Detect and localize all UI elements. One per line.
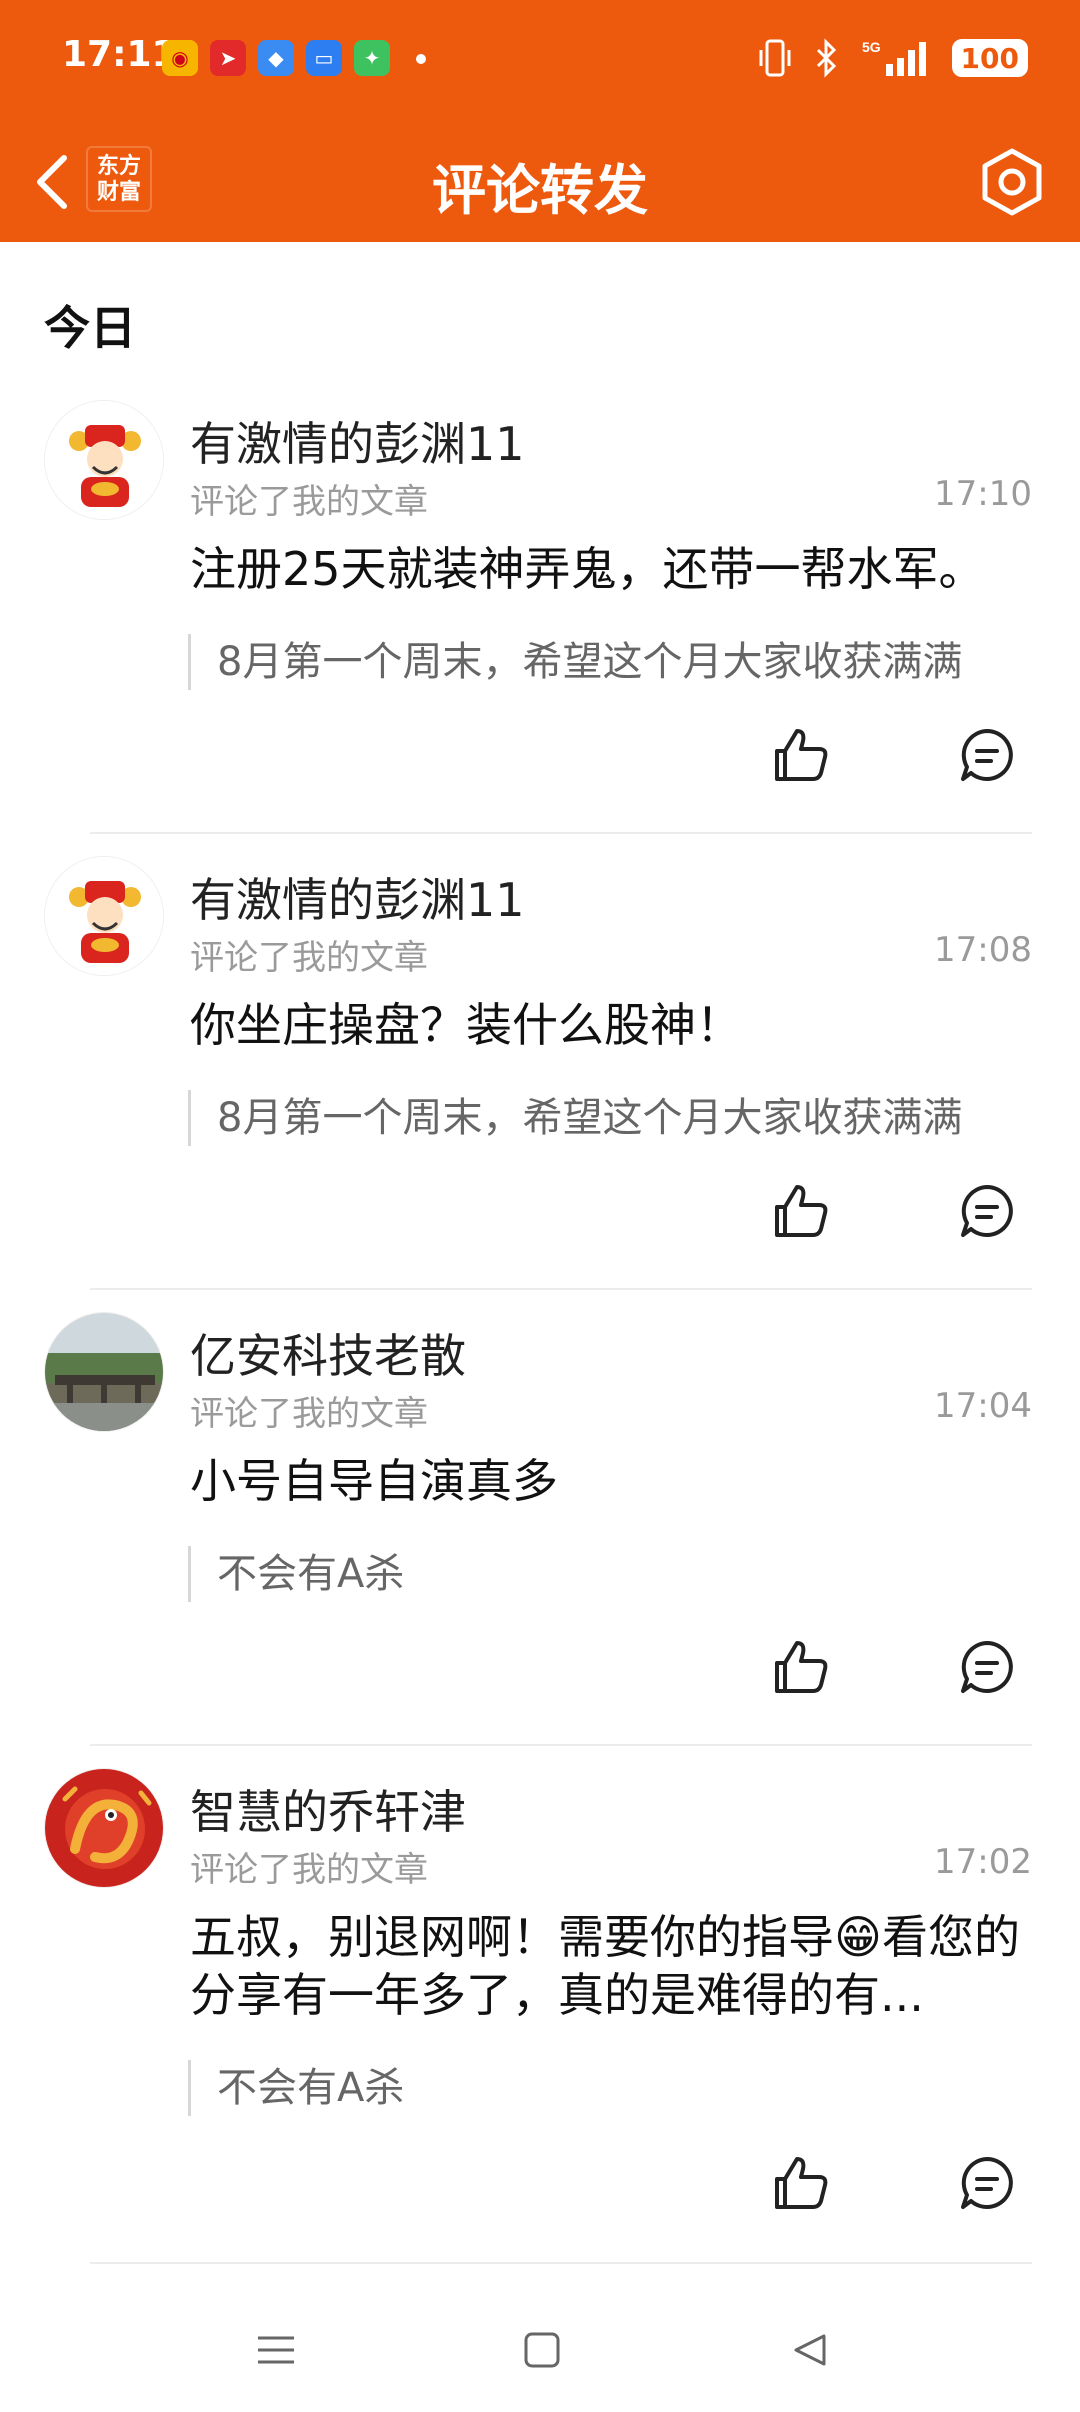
battery-indicator: 100 [951,39,1028,77]
home-nav-button[interactable] [512,2320,572,2380]
comment-text[interactable]: 五叔，别退网啊！需要你的指导😁看您的分享有一年多了，真的是难得的有... [190,1908,1020,2024]
comment-text[interactable]: 注册25天就装神弄鬼，还带一帮水军。 [190,540,1020,598]
square-icon [524,2332,560,2368]
dragon-avatar-icon [45,1769,163,1887]
reply-button[interactable] [952,2148,1022,2218]
caishen-avatar-icon [45,857,163,975]
menu-icon [258,2336,294,2364]
notification-icons: ◉ ➤ ◆ ▭ ✦ [162,40,390,76]
weibo-icon: ◉ [162,40,198,76]
bridge-photo-avatar-icon [45,1313,163,1431]
list-item[interactable]: 有激情的彭渊11 评论了我的文章 17:08 你坐庄操盘？装什么股神！ 8月第一… [0,836,1080,1292]
thumbs-up-icon [775,729,828,781]
user-name[interactable]: 有激情的彭渊11 [190,864,525,930]
avatar[interactable] [44,1312,164,1432]
like-button[interactable] [766,720,836,790]
comment-bubble-icon [961,1641,1013,1693]
page-title: 评论转发 [432,159,648,222]
thumbs-up-icon [775,1185,828,1237]
user-name[interactable]: 智慧的乔轩津 [190,1776,466,1842]
divider [90,2262,1032,2264]
comment-list: 有激情的彭渊11 评论了我的文章 17:10 注册25天就装神弄鬼，还带一帮水军… [0,380,1080,2266]
thumbs-up-icon [775,1641,828,1693]
bluetooth-icon [816,38,836,78]
timestamp: 17:02 [934,1842,1032,1882]
quoted-article[interactable]: 8月第一个周末，希望这个月大家收获满满 [188,1090,962,1146]
list-item[interactable]: 智慧的乔轩津 评论了我的文章 17:02 五叔，别退网啊！需要你的指导😁看您的分… [0,1748,1080,2266]
app-notification-icon: ◆ [258,40,294,76]
app-notification-icon: ✦ [354,40,390,76]
back-nav-button[interactable] [780,2320,840,2380]
quoted-article[interactable]: 不会有A杀 [188,1546,404,1602]
user-name[interactable]: 有激情的彭渊11 [190,408,525,474]
action-text: 评论了我的文章 [190,1394,428,1434]
section-today: 今日 [44,301,136,355]
comment-bubble-icon [961,2157,1013,2209]
comment-bubble-icon [961,1185,1013,1237]
divider [90,1288,1032,1290]
comment-text[interactable]: 你坐庄操盘？装什么股神！ [190,996,1020,1054]
app-notification-icon: ➤ [210,40,246,76]
reply-button[interactable] [952,1176,1022,1246]
top-bar: 17:11 ◉ ➤ ◆ ▭ ✦ 5G 100 东方财富 评论转发 [0,0,1080,242]
like-button[interactable] [766,1176,836,1246]
like-button[interactable] [766,1632,836,1702]
like-button[interactable] [766,2148,836,2218]
action-text: 评论了我的文章 [190,482,428,522]
caishen-avatar-icon [45,401,163,519]
divider [90,1744,1032,1746]
app-notification-icon: ▭ [306,40,342,76]
list-item[interactable]: 亿安科技老散 评论了我的文章 17:04 小号自导自演真多 不会有A杀 [0,1292,1080,1748]
avatar[interactable] [44,1768,164,1888]
quoted-article[interactable]: 不会有A杀 [188,2060,404,2116]
status-time: 17:11 [62,34,177,75]
settings-button[interactable] [974,144,1050,220]
list-item[interactable]: 有激情的彭渊11 评论了我的文章 17:10 注册25天就装神弄鬼，还带一帮水军… [0,380,1080,836]
vibrate-icon [759,39,791,77]
system-icons: 5G 100 [758,38,1028,78]
signal-5g-icon: 5G [862,39,926,76]
thumbs-up-icon [775,2157,828,2209]
system-nav-bar [0,2290,1080,2412]
menu-nav-button[interactable] [246,2320,306,2380]
action-text: 评论了我的文章 [190,938,428,978]
app-header: 东方财富 评论转发 [0,124,1080,242]
divider [90,832,1032,834]
reply-button[interactable] [952,720,1022,790]
comment-bubble-icon [961,729,1013,781]
triangle-back-icon [794,2334,826,2366]
more-notifications-dot [416,54,426,64]
quoted-article[interactable]: 8月第一个周末，希望这个月大家收获满满 [188,634,962,690]
timestamp: 17:08 [934,930,1032,970]
status-bar: 17:11 ◉ ➤ ◆ ▭ ✦ 5G 100 [0,0,1080,124]
action-text: 评论了我的文章 [190,1850,428,1890]
avatar[interactable] [44,856,164,976]
reply-button[interactable] [952,1632,1022,1702]
svg-text:5G: 5G [862,39,881,55]
comment-text[interactable]: 小号自导自演真多 [190,1452,1020,1510]
gear-icon [982,148,1042,216]
avatar[interactable] [44,400,164,520]
user-name[interactable]: 亿安科技老散 [190,1320,466,1386]
timestamp: 17:04 [934,1386,1032,1426]
timestamp: 17:10 [934,474,1032,514]
